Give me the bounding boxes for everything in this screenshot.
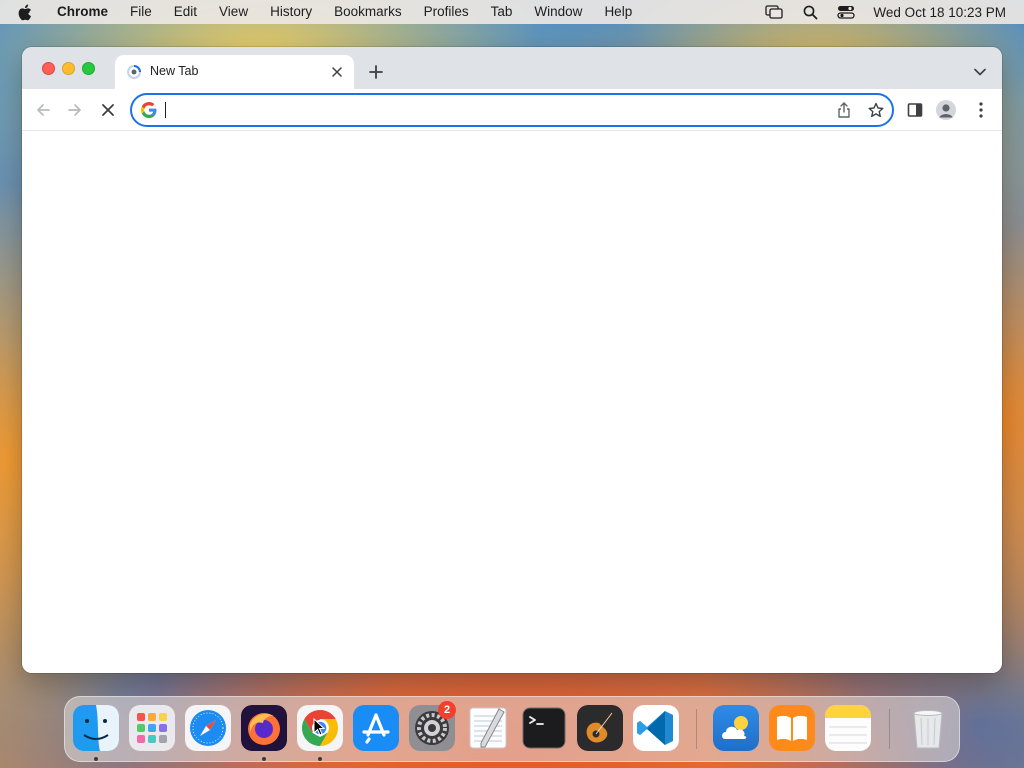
- dock-app-terminal[interactable]: [521, 705, 567, 751]
- tab-new-tab[interactable]: New Tab: [115, 55, 354, 89]
- browser-toolbar: [22, 89, 1002, 131]
- menu-bar: Chrome File Edit View History Bookmarks …: [0, 0, 1024, 24]
- apple-menu-icon[interactable]: [17, 0, 39, 24]
- screen-mirroring-icon[interactable]: [765, 3, 784, 21]
- dock-app-trash[interactable]: [905, 705, 951, 751]
- firefox-icon: [241, 705, 287, 751]
- menu-edit[interactable]: Edit: [163, 0, 208, 24]
- bookmark-star-icon[interactable]: [868, 102, 884, 118]
- dock-app-app-store[interactable]: [353, 705, 399, 751]
- textedit-icon: [465, 705, 511, 751]
- text-caret: [165, 102, 166, 118]
- stop-loading-icon[interactable]: [98, 100, 118, 120]
- dock-app-books[interactable]: [769, 705, 815, 751]
- books-icon: [769, 705, 815, 751]
- control-center-icon[interactable]: [837, 3, 856, 21]
- tab-strip: New Tab: [22, 47, 1002, 89]
- forward-arrow-icon[interactable]: [65, 100, 85, 120]
- chrome-window: New Tab: [22, 47, 1002, 673]
- dock-app-notes[interactable]: [825, 705, 871, 751]
- dock-separator: [696, 709, 697, 749]
- loading-spinner-icon: [126, 64, 142, 80]
- more-menu-kebab-icon[interactable]: [971, 100, 991, 120]
- weather-icon: [713, 705, 759, 751]
- dock-app-weather[interactable]: [713, 705, 759, 751]
- terminal-icon: [521, 705, 567, 751]
- dock-app-launchpad[interactable]: [129, 705, 175, 751]
- profile-avatar-icon[interactable]: [936, 100, 956, 120]
- menu-profiles[interactable]: Profiles: [413, 0, 480, 24]
- menu-view[interactable]: View: [208, 0, 259, 24]
- launchpad-icon: [129, 705, 175, 751]
- dock-separator-trash: [889, 709, 890, 749]
- menu-bar-clock[interactable]: Wed Oct 18 10:23 PM: [873, 5, 1006, 20]
- dock-app-vscode[interactable]: [633, 705, 679, 751]
- window-minimize-button[interactable]: [62, 62, 75, 75]
- menu-tab[interactable]: Tab: [480, 0, 524, 24]
- dock-app-finder[interactable]: [73, 705, 119, 751]
- running-indicator-chrome: [318, 757, 322, 761]
- dock-app-textedit[interactable]: [465, 705, 511, 751]
- mouse-pointer-icon: [313, 717, 326, 736]
- menu-bookmarks[interactable]: Bookmarks: [323, 0, 413, 24]
- back-arrow-icon[interactable]: [33, 100, 53, 120]
- new-tab-plus-icon[interactable]: [366, 62, 386, 82]
- vscode-icon: [633, 705, 679, 751]
- dock-app-safari[interactable]: [185, 705, 231, 751]
- spotlight-search-icon[interactable]: [801, 3, 819, 21]
- tab-title: New Tab: [150, 64, 199, 78]
- menu-help[interactable]: Help: [593, 0, 643, 24]
- running-indicator-firefox: [262, 757, 266, 761]
- menu-window[interactable]: Window: [523, 0, 593, 24]
- safari-icon: [185, 705, 231, 751]
- garageband-guitar-icon: [577, 705, 623, 751]
- dock-app-garageband[interactable]: [577, 705, 623, 751]
- omnibox-address-bar[interactable]: [130, 93, 894, 127]
- tab-search-chevron-down-icon[interactable]: [972, 64, 988, 80]
- window-fullscreen-button[interactable]: [82, 62, 95, 75]
- tab-close-icon[interactable]: [329, 64, 345, 80]
- dock-app-system-settings[interactable]: 2: [409, 701, 456, 751]
- menu-app-name[interactable]: Chrome: [53, 0, 119, 24]
- trash-icon: [905, 705, 951, 751]
- notes-icon: [825, 705, 871, 751]
- page-content-blank: [22, 132, 1002, 673]
- notification-badge: 2: [438, 701, 456, 719]
- app-store-icon: [353, 705, 399, 751]
- side-panel-icon[interactable]: [905, 100, 925, 120]
- finder-icon: [73, 705, 119, 751]
- menu-history[interactable]: History: [259, 0, 323, 24]
- running-indicator-finder: [94, 757, 98, 761]
- share-icon[interactable]: [836, 102, 852, 118]
- google-g-icon: [141, 102, 157, 118]
- dock: 2: [64, 696, 960, 762]
- omnibox-input[interactable]: [164, 100, 814, 120]
- window-close-button[interactable]: [42, 62, 55, 75]
- dock-app-firefox[interactable]: [241, 705, 287, 751]
- menu-file[interactable]: File: [119, 0, 163, 24]
